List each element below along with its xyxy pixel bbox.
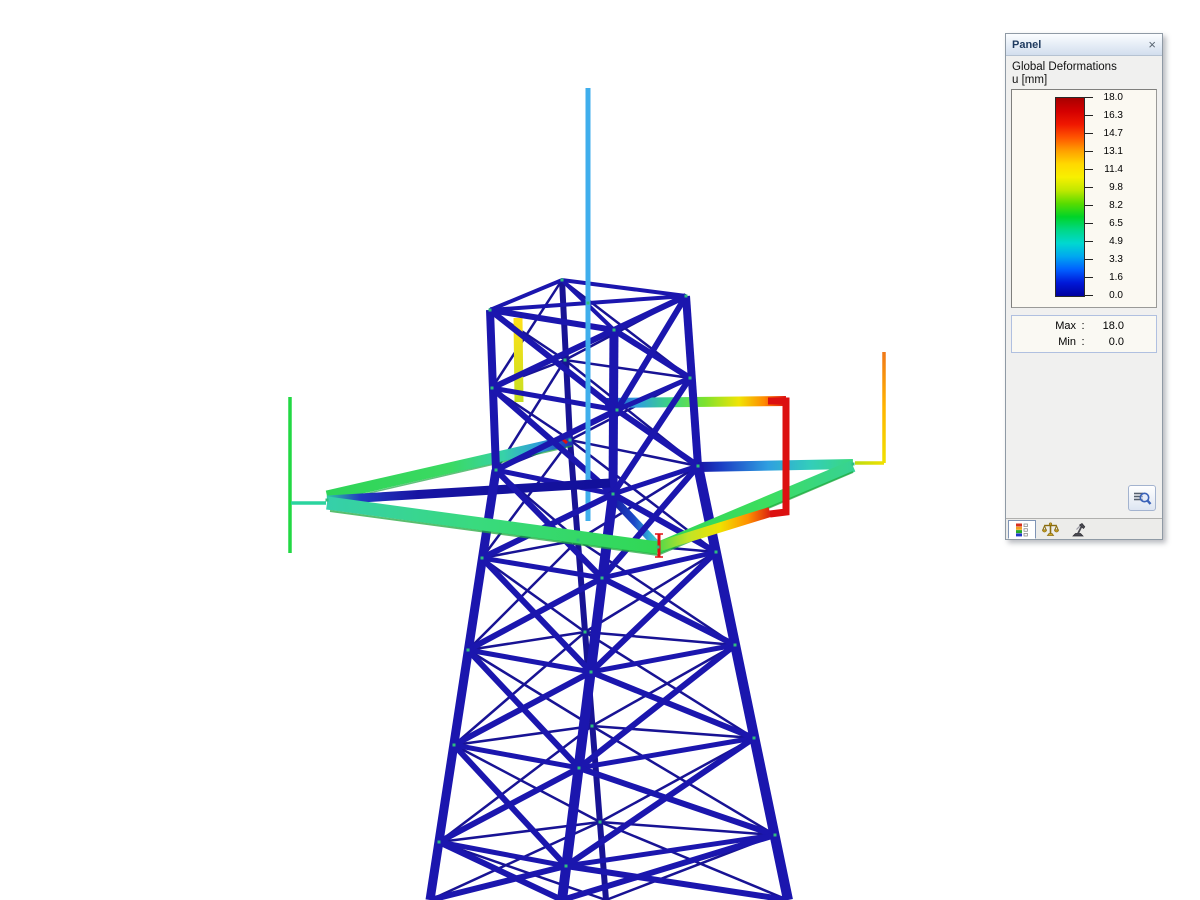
color-scale-box: 18.0 16.3 14.7 13.1 11.4 9.8 8.2 6.5 4.9 3.3 1.6 0.… <box>1011 89 1157 308</box>
legend-tick: 14.7 <box>1085 128 1123 138</box>
min-colon: : <box>1076 336 1090 348</box>
panel-tabs <box>1006 518 1162 539</box>
tab-color-spectrum[interactable] <box>1008 520 1036 539</box>
quantity-label: u [mm] <box>1012 74 1157 86</box>
panel-body: Global Deformations u [mm] 18.016.314.71… <box>1006 56 1162 518</box>
color-scale-gradient <box>1055 97 1085 297</box>
color-scale-icon <box>1014 522 1030 538</box>
max-label: Max <box>1044 320 1076 332</box>
panel-titlebar[interactable]: Panel × <box>1006 34 1162 56</box>
legend-tick: 6.5 <box>1085 218 1123 228</box>
legend-tick: 11.4 <box>1085 164 1123 174</box>
result-type-label: Global Deformations <box>1012 61 1157 73</box>
min-row: Min : 0.0 <box>1012 334 1156 350</box>
legend-tick: 1.6 <box>1085 272 1123 282</box>
display-options-button[interactable] <box>1128 485 1156 511</box>
color-scale-ticks: 18.016.314.713.111.49.88.26.54.93.31.60.… <box>1085 97 1155 295</box>
legend-tick: 13.1 <box>1085 146 1123 156</box>
magnifier-with-lines-icon <box>1133 490 1152 507</box>
legend-tick: 4.9 <box>1085 236 1123 246</box>
lamp-icon <box>1070 522 1087 538</box>
close-icon[interactable]: × <box>1148 39 1156 50</box>
legend-tick: 9.8 <box>1085 182 1123 192</box>
max-colon: : <box>1076 320 1090 332</box>
max-row: Max : 18.0 <box>1012 318 1156 334</box>
legend-tick: 18.0 <box>1085 92 1123 102</box>
results-panel: Panel × Global Deformations u [mm] 18.01… <box>1005 33 1163 540</box>
panel-title: Panel <box>1012 39 1148 51</box>
tower-back-lattice <box>430 280 788 900</box>
minmax-box: Max : 18.0 Min : 0.0 <box>1011 315 1157 353</box>
min-label: Min <box>1044 336 1076 348</box>
max-value: 18.0 <box>1090 320 1124 332</box>
tab-filter[interactable] <box>1064 520 1092 539</box>
legend-tick: 0.0 <box>1085 290 1123 300</box>
balance-scale-icon <box>1042 522 1059 538</box>
legend-tick: 16.3 <box>1085 110 1123 120</box>
legend-tick: 3.3 <box>1085 254 1123 264</box>
tab-factors[interactable] <box>1036 520 1064 539</box>
min-value: 0.0 <box>1090 336 1124 348</box>
legend-tick: 8.2 <box>1085 200 1123 210</box>
panel-spacer <box>1011 353 1157 485</box>
